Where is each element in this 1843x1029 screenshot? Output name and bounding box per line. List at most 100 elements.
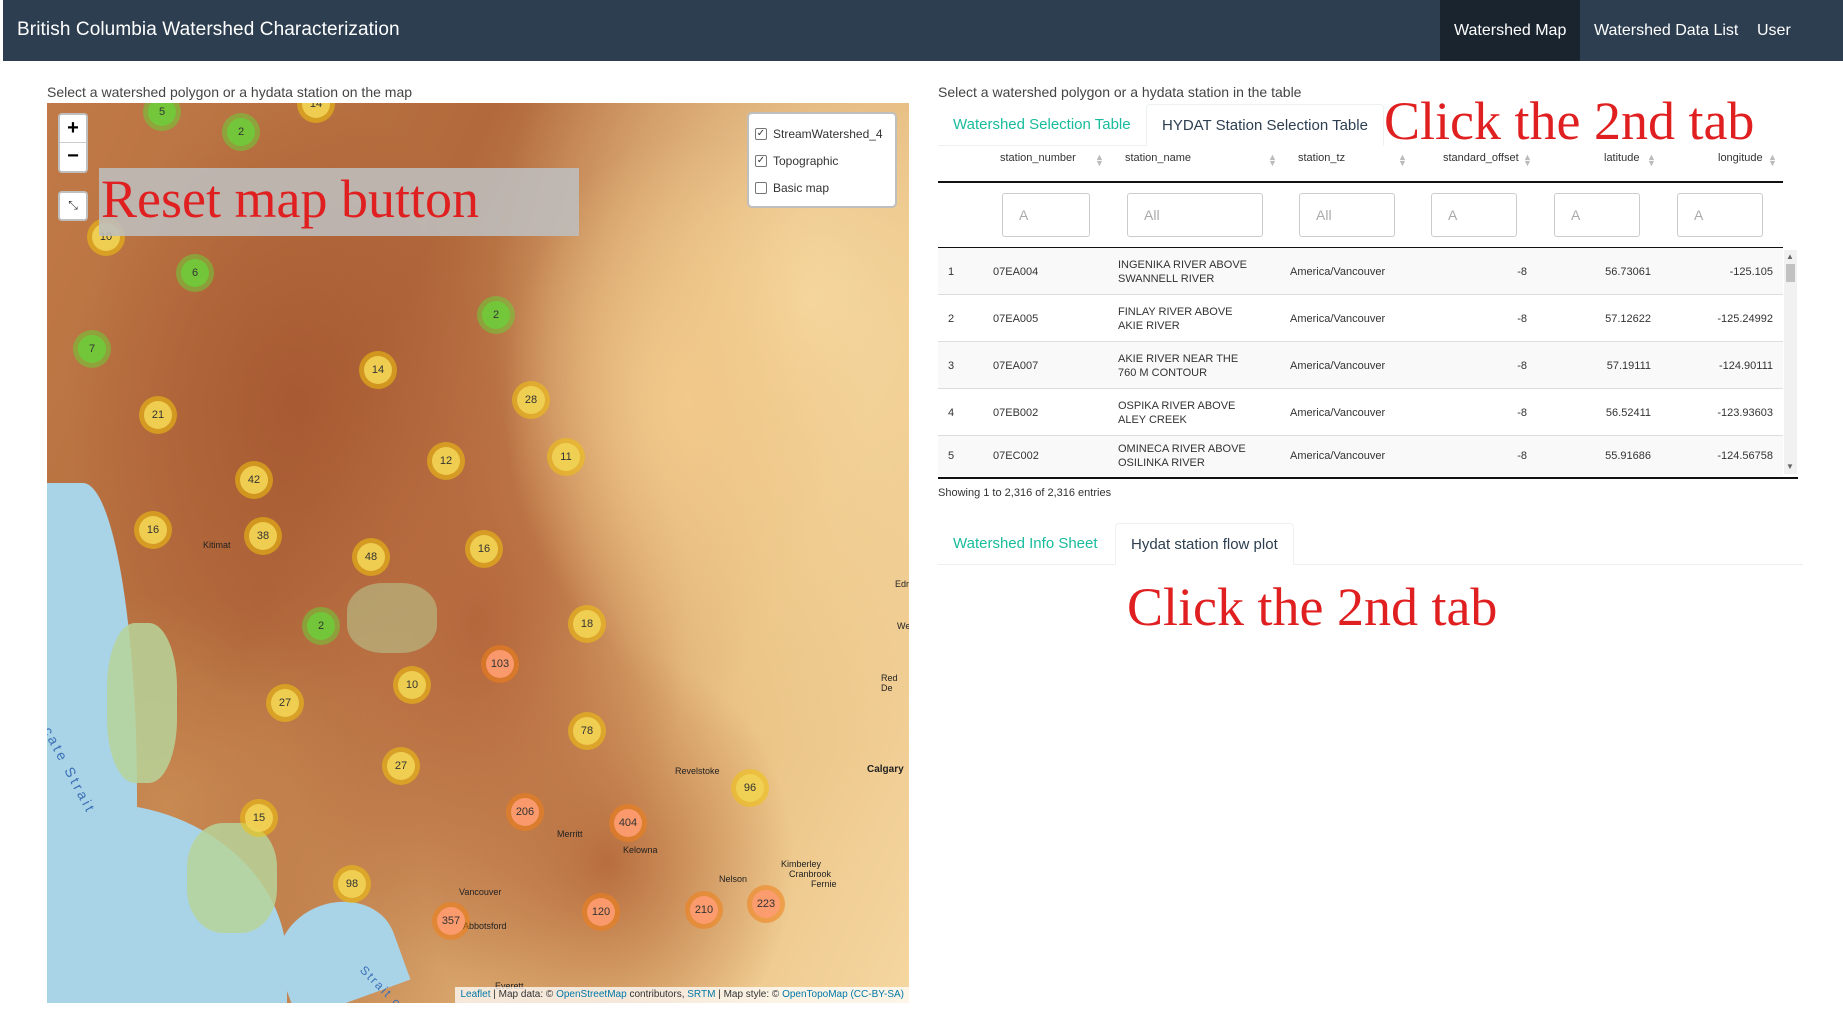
station-cluster[interactable]: 120 xyxy=(582,893,620,931)
table-footer-divider xyxy=(938,477,1798,479)
col-station-tz[interactable]: station_tz xyxy=(1298,152,1345,164)
station-cluster[interactable]: 98 xyxy=(333,865,371,903)
station-cluster[interactable]: 5 xyxy=(143,103,181,131)
station-cluster[interactable]: 14 xyxy=(297,103,335,123)
sort-icon[interactable]: ▲ ▼ xyxy=(1647,153,1656,168)
station-cluster[interactable]: 78 xyxy=(568,712,606,750)
annotation-click-2nd-tab-top: Click the 2nd tab xyxy=(1384,91,1755,151)
place-we: We xyxy=(897,621,909,631)
layer-topographic[interactable]: ✓ Topographic xyxy=(755,147,889,174)
zoom-control: + − xyxy=(58,113,88,173)
place-edmonton: Edm xyxy=(895,579,909,589)
layer-streamwatershed[interactable]: ✓ StreamWatershed_4 xyxy=(755,120,889,147)
filter-longitude[interactable]: A xyxy=(1677,193,1763,237)
place-kitimat: Kitimat xyxy=(203,540,231,550)
table-info: Showing 1 to 2,316 of 2,316 entries xyxy=(938,487,1112,499)
sort-icon[interactable]: ▲ ▼ xyxy=(1523,153,1532,168)
col-longitude[interactable]: longitude xyxy=(1718,152,1763,164)
tab-hydat-station-selection-table[interactable]: HYDAT Station Selection Table xyxy=(1146,104,1384,146)
nav-watershed-map[interactable]: Watershed Map xyxy=(1440,0,1581,61)
place-merritt: Merritt xyxy=(557,829,583,839)
sort-icon[interactable]: ▲ ▼ xyxy=(1268,153,1277,168)
app-title[interactable]: British Columbia Watershed Characterizat… xyxy=(17,19,400,41)
scroll-down-icon[interactable]: ▼ xyxy=(1786,462,1794,471)
station-cluster[interactable]: 2 xyxy=(477,296,515,334)
place-red-deer: Red De xyxy=(881,673,898,693)
filter-station-tz[interactable]: All xyxy=(1299,193,1395,237)
table-row[interactable]: 4 07EB002 OSPIKA RIVER ABOVE ALEY CREEK … xyxy=(938,389,1783,436)
col-latitude[interactable]: latitude xyxy=(1604,152,1639,164)
col-station-number[interactable]: station_number xyxy=(1000,152,1076,164)
station-cluster[interactable]: 103 xyxy=(481,645,519,683)
table-row[interactable]: 5 07EC002 OMINECA RIVER ABOVE OSILINKA R… xyxy=(938,436,1783,476)
detail-tabs: Watershed Info Sheet Hydat station flow … xyxy=(938,523,1803,565)
table-scrollbar[interactable]: ▲ ▼ xyxy=(1784,250,1797,474)
col-station-name[interactable]: station_name xyxy=(1125,152,1191,164)
place-kelowna: Kelowna xyxy=(623,845,658,855)
station-cluster[interactable]: 48 xyxy=(352,538,390,576)
tab-watershed-selection-table[interactable]: Watershed Selection Table xyxy=(938,104,1146,146)
table-row[interactable]: 2 07EA005 FINLAY RIVER ABOVE AKIE RIVER … xyxy=(938,295,1783,342)
interior-plain xyxy=(347,583,437,653)
station-cluster[interactable]: 357 xyxy=(432,902,470,940)
filter-station-number[interactable]: A xyxy=(1002,193,1090,237)
layer-checkbox-checked[interactable]: ✓ xyxy=(755,154,767,167)
station-cluster[interactable]: 2 xyxy=(302,607,340,645)
scroll-up-icon[interactable]: ▲ xyxy=(1786,252,1794,261)
sort-icon[interactable]: ▲ ▼ xyxy=(1398,153,1407,168)
station-cluster[interactable]: 12 xyxy=(427,442,465,480)
station-cluster[interactable]: 210 xyxy=(685,891,723,929)
col-standard-offset[interactable]: standard_offset xyxy=(1443,152,1519,164)
station-cluster[interactable]: 21 xyxy=(139,396,177,434)
table-caption: Select a watershed polygon or a hydata s… xyxy=(938,84,1302,100)
coastal-lowland-2 xyxy=(187,823,277,933)
station-cluster[interactable]: 2 xyxy=(222,113,260,151)
station-cluster[interactable]: 15 xyxy=(240,799,278,837)
layer-basic-map[interactable]: Basic map xyxy=(755,174,889,201)
filter-standard-offset[interactable]: A xyxy=(1431,193,1517,237)
sort-icon[interactable]: ▲ ▼ xyxy=(1768,153,1777,168)
license-link[interactable]: (CC-BY-SA) xyxy=(850,989,904,1000)
station-cluster[interactable]: 7 xyxy=(73,330,111,368)
layer-checkbox-unchecked[interactable] xyxy=(755,181,767,194)
opentopomap-link[interactable]: OpenTopoMap xyxy=(782,989,848,1000)
station-cluster[interactable]: 28 xyxy=(512,381,550,419)
layer-control: ✓ StreamWatershed_4 ✓ Topographic Basic ma… xyxy=(747,112,897,208)
map-caption: Select a watershed polygon or a hydata s… xyxy=(47,84,413,100)
reset-map-button[interactable]: ⤡ xyxy=(58,191,88,221)
station-cluster[interactable]: 10 xyxy=(393,666,431,704)
nav-user-guide[interactable]: User Guide xyxy=(1743,0,1843,101)
tab-hydat-station-flow-plot[interactable]: Hydat station flow plot xyxy=(1115,523,1294,565)
scroll-thumb[interactable] xyxy=(1786,264,1795,282)
table-row[interactable]: 3 07EA007 AKIE RIVER NEAR THE 760 M CONT… xyxy=(938,342,1783,389)
zoom-out-button[interactable]: − xyxy=(60,143,86,171)
header-divider xyxy=(938,181,1783,183)
station-cluster[interactable]: 38 xyxy=(244,517,282,555)
station-cluster[interactable]: 11 xyxy=(547,438,585,476)
station-cluster[interactable]: 18 xyxy=(568,605,606,643)
nav-watershed-data-list[interactable]: Watershed Data List xyxy=(1580,0,1752,61)
zoom-in-button[interactable]: + xyxy=(60,115,86,143)
station-cluster[interactable]: 404 xyxy=(609,804,647,842)
station-cluster[interactable]: 16 xyxy=(134,511,172,549)
filter-latitude[interactable]: A xyxy=(1554,193,1640,237)
leaflet-link[interactable]: Leaflet xyxy=(460,989,490,1000)
layer-checkbox-checked[interactable]: ✓ xyxy=(755,127,767,140)
station-cluster[interactable]: 6 xyxy=(176,254,214,292)
station-cluster[interactable]: 27 xyxy=(266,684,304,722)
station-cluster[interactable]: 223 xyxy=(747,885,785,923)
osm-link[interactable]: OpenStreetMap xyxy=(556,989,627,1000)
station-cluster[interactable]: 14 xyxy=(359,351,397,389)
reset-map-annotation: Reset map button xyxy=(99,168,579,236)
station-cluster[interactable]: 42 xyxy=(235,461,273,499)
sort-icon[interactable]: ▲ ▼ xyxy=(1095,153,1104,168)
station-cluster[interactable]: 96 xyxy=(731,769,769,807)
station-cluster[interactable]: 16 xyxy=(465,530,503,568)
watershed-map[interactable]: Hecate Strait Strait of Georgia Kitimat … xyxy=(47,103,909,1003)
table-row[interactable]: 1 07EA004 INGENIKA RIVER ABOVE SWANNELL … xyxy=(938,248,1783,295)
station-cluster[interactable]: 27 xyxy=(382,747,420,785)
tab-watershed-info-sheet[interactable]: Watershed Info Sheet xyxy=(938,523,1113,565)
filter-station-name[interactable]: All xyxy=(1127,193,1263,237)
station-cluster[interactable]: 206 xyxy=(506,793,544,831)
srtm-link[interactable]: SRTM xyxy=(687,989,715,1000)
